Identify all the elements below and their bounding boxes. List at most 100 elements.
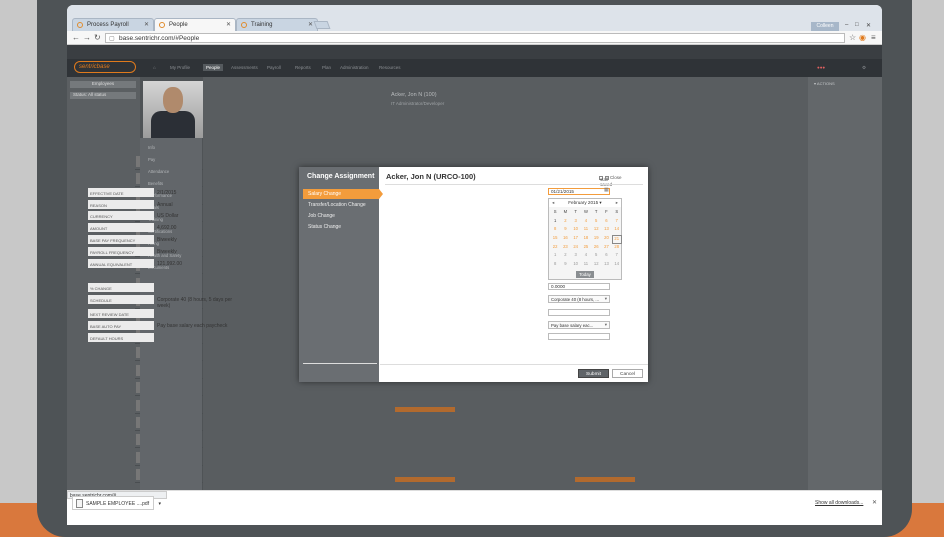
calendar-icon[interactable]: ▦	[604, 187, 609, 193]
percent-change-input[interactable]: 0.0000	[548, 283, 610, 290]
settings-icon[interactable]: ⚙	[862, 65, 866, 71]
calendar-day[interactable]: 1	[550, 252, 560, 261]
calendar-day[interactable]: 17	[571, 235, 581, 244]
menu-reports[interactable]: Reports	[295, 65, 311, 70]
weekday-header: S	[553, 209, 557, 214]
calendar-day[interactable]: 8	[550, 226, 560, 235]
calendar-day[interactable]: 2	[560, 218, 570, 227]
nav-salary-change[interactable]: Salary Change	[303, 189, 383, 199]
calendar-day[interactable]: 1	[550, 218, 560, 227]
schedule-select[interactable]: Corporate 40 (8 hours, ...	[548, 295, 610, 303]
calendar-day[interactable]: 23	[560, 244, 570, 253]
prev-month-icon[interactable]: ◂	[552, 200, 554, 206]
calendar-day[interactable]: 5	[591, 252, 601, 261]
app-logo[interactable]: sentricbase	[74, 61, 136, 73]
calendar-day[interactable]: 26	[591, 244, 601, 253]
home-icon[interactable]: ⌂	[153, 65, 156, 70]
status-filter[interactable]: Status: All status	[70, 92, 136, 99]
calendar-day[interactable]: 10	[571, 261, 581, 270]
calendar-day[interactable]: 28	[612, 244, 622, 253]
calendar-day[interactable]: 8	[550, 261, 560, 270]
calendar-day[interactable]: 13	[601, 226, 611, 235]
calendar-day[interactable]: 14	[612, 261, 622, 270]
menu-resources[interactable]: Resources	[379, 65, 401, 70]
menu-my-profile[interactable]: My Profile	[170, 65, 190, 70]
nav-job-change[interactable]: Job Change	[303, 211, 379, 221]
calendar-day[interactable]: 2	[560, 252, 570, 261]
app-topbar	[67, 45, 882, 59]
profile-menu-item[interactable]: Benefits	[148, 181, 202, 186]
menu-payroll[interactable]: Payroll	[267, 65, 281, 70]
employees-button[interactable]: Employees	[70, 81, 136, 88]
menu-people[interactable]: People	[203, 64, 224, 71]
cancel-button[interactable]: Cancel	[612, 369, 643, 378]
calendar-day[interactable]: 3	[571, 218, 581, 227]
profile-menu-item[interactable]: Pay	[148, 157, 202, 162]
profile-menu-item[interactable]: Info	[148, 145, 202, 150]
calendar-day[interactable]: 21	[611, 235, 622, 244]
notification-icon[interactable]: ●●●	[817, 65, 825, 70]
calendar-day[interactable]: 4	[581, 252, 591, 261]
calendar-day[interactable]: 11	[581, 261, 591, 270]
calendar-day[interactable]: 24	[571, 244, 581, 253]
calendar-day[interactable]: 27	[601, 244, 611, 253]
calendar-day[interactable]: 7	[612, 218, 622, 227]
calendar-day[interactable]: 3	[571, 252, 581, 261]
nav-transfer-location-change[interactable]: Transfer/Location Change	[303, 200, 379, 210]
calendar-day[interactable]: 19	[591, 235, 601, 244]
field-label: CURRENCY	[88, 211, 154, 220]
calendar-day[interactable]: 11	[581, 226, 591, 235]
download-menu-icon[interactable]: ▾	[158, 501, 161, 507]
download-item[interactable]: SAMPLE EMPLOYEE ....pdf ▾	[72, 496, 161, 510]
calendar-day[interactable]: 22	[550, 244, 560, 253]
modal-employee-name: Acker, Jon N (URCO-100)	[386, 172, 476, 181]
calendar-day[interactable]: 14	[612, 226, 622, 235]
base-auto-pay-select[interactable]: Pay base salary eac...	[548, 321, 610, 329]
field-label: BASE PAY FREQUENCY	[88, 235, 154, 244]
calendar-day[interactable]: 20	[601, 235, 611, 244]
next-month-icon[interactable]: ▸	[616, 200, 618, 206]
modal-close[interactable]: staff savedClose	[598, 175, 622, 187]
calendar-day[interactable]: 25	[581, 244, 591, 253]
divider	[303, 363, 377, 364]
field-label: REASON	[88, 200, 154, 209]
calendar-day[interactable]: 6	[601, 252, 611, 261]
submit-button[interactable]: Submit	[578, 369, 609, 378]
menu-assessments[interactable]: Assessments	[231, 65, 258, 70]
photo-face	[163, 87, 183, 113]
calendar-day[interactable]: 10	[571, 226, 581, 235]
field-label: NEXT REVIEW DATE	[88, 309, 154, 318]
menu-administration[interactable]: Administration	[340, 65, 369, 70]
calendar-day[interactable]: 4	[581, 218, 591, 227]
calendar-day[interactable]: 12	[591, 261, 601, 270]
close-downloads-icon[interactable]: ✕	[872, 499, 877, 506]
today-button[interactable]: Today	[576, 271, 594, 278]
default-hours-input[interactable]	[548, 333, 610, 340]
calendar-day[interactable]: 15	[550, 235, 560, 244]
calendar-day[interactable]: 16	[560, 235, 570, 244]
field-current-value: US Dollar	[157, 213, 179, 219]
close-checkbox-icon[interactable]	[605, 175, 609, 180]
calendar-day[interactable]: 18	[581, 235, 591, 244]
calendar-day[interactable]: 9	[560, 261, 570, 270]
weekday-header: F	[605, 209, 608, 214]
section-bar	[395, 407, 455, 412]
calendar-day[interactable]: 6	[601, 218, 611, 227]
calendar-day[interactable]: 5	[591, 218, 601, 227]
close-label[interactable]: Close	[610, 175, 622, 180]
calendar-day[interactable]: 13	[601, 261, 611, 270]
field-label: EFFECTIVE DATE	[88, 188, 154, 197]
field-label: BASE AUTO PAY	[88, 321, 154, 330]
nav-status-change[interactable]: Status Change	[303, 222, 379, 232]
menu-plan[interactable]: Plan	[322, 65, 331, 70]
profile-menu-item[interactable]: Attendance	[148, 169, 202, 174]
calendar-day[interactable]: 7	[612, 252, 622, 261]
next-review-date-input[interactable]	[548, 309, 610, 316]
calendar-day[interactable]: 12	[591, 226, 601, 235]
effective-date-input[interactable]: 01/21/2015	[548, 188, 610, 195]
field-label: AMOUNT	[88, 223, 154, 232]
pdf-file-icon	[76, 499, 83, 508]
show-all-downloads-link[interactable]: Show all downloads...	[815, 500, 863, 506]
calendar-header: ◂ February 2015 ▾ ▸	[549, 199, 621, 207]
calendar-day[interactable]: 9	[560, 226, 570, 235]
